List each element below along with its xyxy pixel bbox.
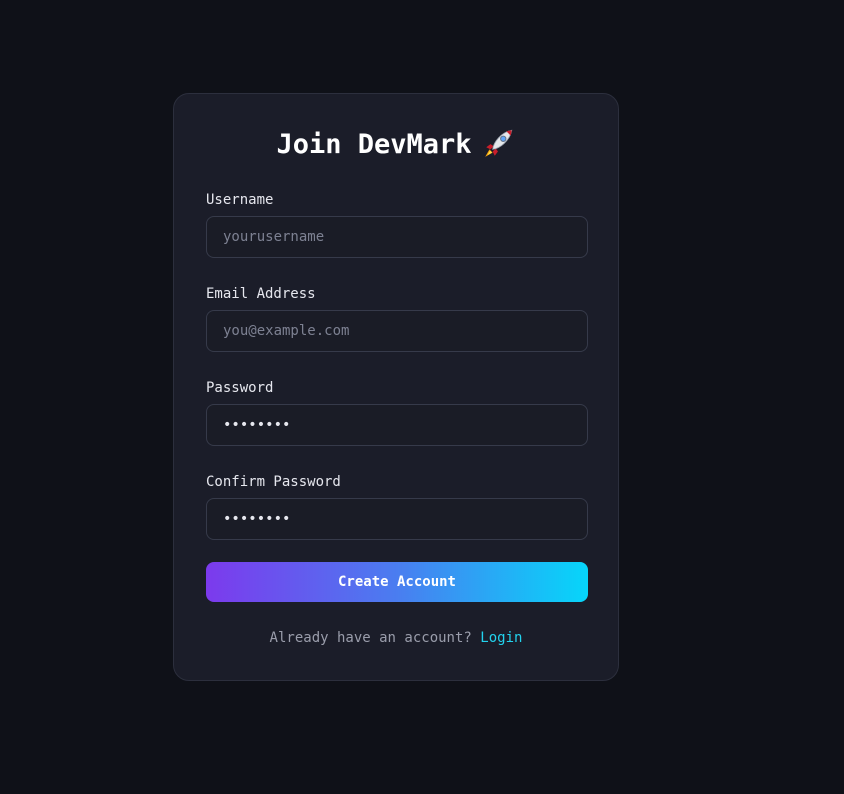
form-title: Join DevMark bbox=[206, 94, 586, 165]
email-input[interactable] bbox=[206, 310, 588, 352]
username-input[interactable] bbox=[206, 216, 588, 258]
username-group: Username bbox=[206, 190, 588, 258]
confirm-password-input[interactable] bbox=[206, 498, 588, 540]
email-label: Email Address bbox=[206, 286, 316, 302]
confirm-password-label: Confirm Password bbox=[206, 474, 341, 490]
form-title-text: Join DevMark bbox=[276, 129, 472, 160]
password-group: Password bbox=[206, 378, 588, 446]
password-label: Password bbox=[206, 380, 274, 396]
rocket-icon bbox=[484, 129, 512, 157]
email-group: Email Address bbox=[206, 284, 588, 352]
create-account-button[interactable]: Create Account bbox=[206, 562, 588, 602]
login-prompt: Already have an account? Login bbox=[174, 628, 618, 648]
confirm-password-group: Confirm Password bbox=[206, 472, 588, 540]
login-link[interactable]: Login bbox=[480, 630, 522, 646]
password-input[interactable] bbox=[206, 404, 588, 446]
login-prompt-text: Already have an account? bbox=[269, 630, 472, 646]
username-label: Username bbox=[206, 192, 274, 208]
signup-card: Join DevMark Username Email Address Pass… bbox=[173, 93, 619, 681]
